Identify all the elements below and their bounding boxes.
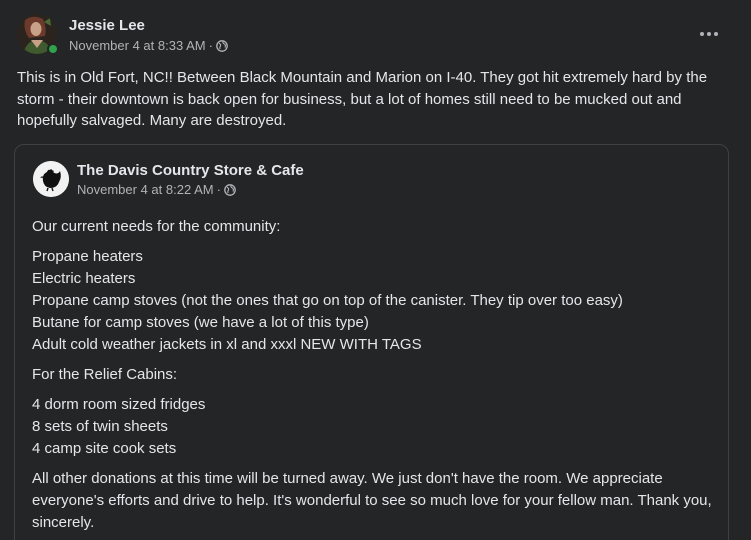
shared-meta: November 4 at 8:22 AM · bbox=[77, 182, 304, 198]
post-header: Jessie Lee November 4 at 8:33 AM · bbox=[17, 14, 228, 55]
shared-post-header: The Davis Country Store & Cafe November … bbox=[33, 161, 304, 198]
list-item: Adult cold weather jackets in xl and xxx… bbox=[32, 336, 422, 353]
globe-icon[interactable] bbox=[216, 40, 228, 52]
shared-post-body: Our current needs for the community: Pro… bbox=[32, 216, 722, 540]
cabins-list: 4 dorm room sized fridges 8 sets of twin… bbox=[32, 394, 722, 460]
list-item: 8 sets of twin sheets bbox=[32, 418, 168, 435]
list-item: 4 dorm room sized fridges bbox=[32, 396, 206, 413]
list-item: 4 camp site cook sets bbox=[32, 440, 177, 457]
post-meta: November 4 at 8:33 AM · bbox=[69, 38, 228, 54]
list-item: Propane heaters bbox=[32, 248, 143, 265]
post-text: This is in Old Fort, NC!! Between Black … bbox=[17, 69, 708, 129]
cabins-heading: For the Relief Cabins: bbox=[32, 366, 178, 383]
page-block: The Davis Country Store & Cafe November … bbox=[77, 161, 304, 198]
author-name[interactable]: Jessie Lee bbox=[69, 16, 228, 35]
closing-text: All other donations at this time will be… bbox=[32, 470, 712, 531]
list-item: Propane camp stoves (not the ones that g… bbox=[32, 292, 623, 309]
facebook-post: Jessie Lee November 4 at 8:33 AM · This … bbox=[0, 0, 751, 540]
meta-separator: · bbox=[208, 38, 213, 53]
online-status-dot bbox=[47, 43, 59, 55]
page-name[interactable]: The Davis Country Store & Cafe bbox=[77, 161, 304, 180]
needs-list: Propane heaters Electric heaters Propane… bbox=[32, 246, 722, 356]
list-item: Butane for camp stoves (we have a lot of… bbox=[32, 314, 369, 331]
shared-post-card[interactable]: The Davis Country Store & Cafe November … bbox=[14, 144, 729, 540]
shared-timestamp[interactable]: November 4 at 8:22 AM bbox=[77, 182, 214, 198]
globe-icon[interactable] bbox=[224, 184, 236, 196]
more-options-icon[interactable] bbox=[695, 24, 723, 44]
list-item: Electric heaters bbox=[32, 270, 136, 287]
page-avatar[interactable] bbox=[33, 161, 69, 197]
needs-intro: Our current needs for the community: bbox=[32, 218, 281, 235]
avatar[interactable] bbox=[17, 14, 59, 55]
shared-meta-separator: · bbox=[216, 182, 221, 197]
chicken-logo-icon bbox=[33, 161, 69, 197]
post-timestamp[interactable]: November 4 at 8:33 AM bbox=[69, 38, 206, 54]
author-block: Jessie Lee November 4 at 8:33 AM · bbox=[69, 16, 228, 54]
